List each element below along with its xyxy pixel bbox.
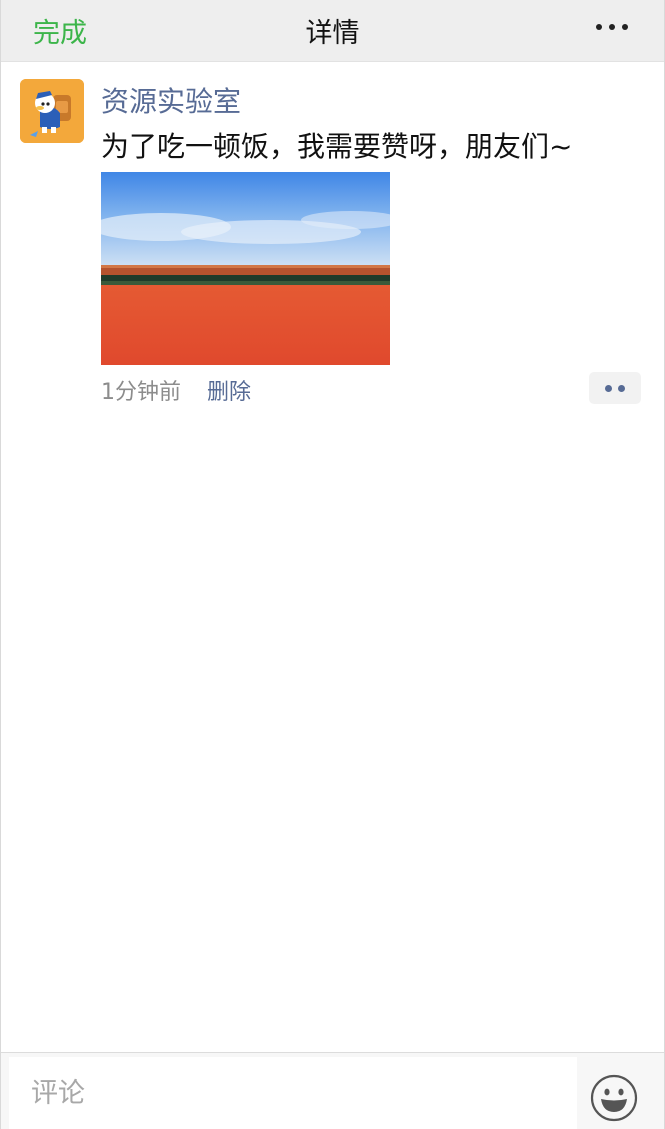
avatar-mascot-icon xyxy=(20,79,84,143)
post-author[interactable]: 资源实验室 xyxy=(101,80,241,120)
comment-input[interactable] xyxy=(9,1057,577,1129)
more-dots-icon[interactable] xyxy=(596,24,628,34)
red-wall-sky-image xyxy=(101,172,390,365)
page-title: 详情 xyxy=(305,18,360,49)
detail-page: 完成 详情 资源实验室 为了吃一顿饭，我需要赞呀，朋友们~ 1分钟前 删除 评论 xyxy=(0,0,665,1129)
post-time: 1分钟前 xyxy=(101,380,181,405)
post-text: 为了吃一顿饭，我需要赞呀，朋友们~ xyxy=(101,130,573,163)
delete-button[interactable]: 删除 xyxy=(207,374,251,406)
comment-bar xyxy=(1,1052,664,1129)
top-navbar: 完成 详情 xyxy=(1,0,664,62)
emoji-icon[interactable] xyxy=(590,1074,638,1122)
comment-action-icon[interactable] xyxy=(589,372,641,404)
post-image[interactable] xyxy=(101,172,390,365)
avatar[interactable] xyxy=(20,79,84,143)
